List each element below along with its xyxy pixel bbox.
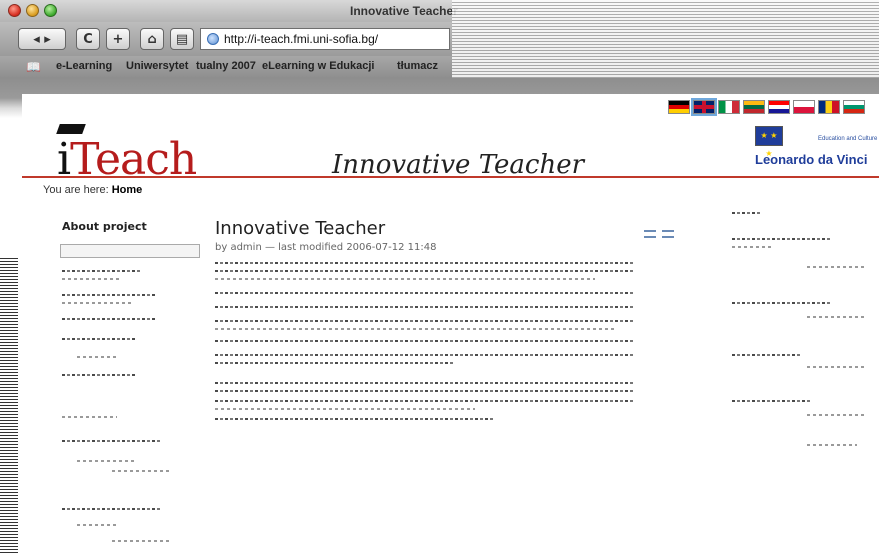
sidebar-item bbox=[62, 302, 132, 304]
bookmark-item[interactable]: eLearning w Edukacji bbox=[262, 60, 374, 72]
sidebar-item[interactable] bbox=[62, 374, 137, 376]
body-text-line bbox=[215, 390, 635, 392]
reload-button[interactable]: C bbox=[76, 28, 100, 50]
portlet-heading bbox=[732, 212, 762, 214]
sidebar-item bbox=[77, 524, 117, 526]
portlet-item[interactable] bbox=[732, 302, 832, 304]
print-button[interactable]: ▤ bbox=[170, 28, 194, 50]
body-text-line bbox=[215, 306, 635, 308]
body-text-line bbox=[215, 340, 635, 342]
body-text-line bbox=[215, 292, 635, 294]
portlet-item bbox=[807, 414, 867, 416]
body-text-line bbox=[215, 278, 595, 280]
globe-icon bbox=[207, 33, 219, 45]
sidebar-item[interactable] bbox=[62, 338, 137, 340]
sidebar-item bbox=[77, 356, 117, 358]
close-window-button[interactable] bbox=[8, 4, 21, 17]
header-divider bbox=[22, 176, 879, 178]
bookmark-item[interactable]: tłumacz bbox=[397, 60, 438, 72]
sidebar-item bbox=[112, 540, 172, 542]
body-text-line bbox=[215, 362, 455, 364]
bulgarian-flag[interactable] bbox=[843, 100, 865, 114]
page-heading: Innovative Teacher bbox=[215, 218, 386, 239]
education-culture-text: Education and Culture bbox=[818, 136, 878, 142]
breadcrumb-prefix: You are here: bbox=[43, 184, 109, 196]
croatian-flag[interactable] bbox=[768, 100, 790, 114]
sidebar-item[interactable] bbox=[62, 294, 157, 296]
back-forward-button[interactable]: ◂ ▸ bbox=[18, 28, 66, 50]
portlet-item[interactable] bbox=[732, 354, 802, 356]
italian-flag[interactable] bbox=[718, 100, 740, 114]
add-bookmark-button[interactable]: + bbox=[106, 28, 130, 50]
portlet-item bbox=[807, 266, 867, 268]
home-button[interactable]: ⌂ bbox=[140, 28, 164, 50]
send-icon[interactable] bbox=[662, 230, 674, 238]
document-actions bbox=[644, 230, 674, 238]
leonardo-da-vinci-logo: Leonardo da Vinci bbox=[755, 152, 868, 167]
portlet-item[interactable] bbox=[732, 238, 832, 240]
body-text-line bbox=[215, 408, 475, 410]
bookmark-item[interactable]: tualny 2007 bbox=[196, 60, 256, 72]
sidebar-item bbox=[62, 278, 122, 280]
sidebar-item bbox=[77, 460, 137, 462]
sidebar-item[interactable] bbox=[62, 440, 162, 442]
print-icon[interactable] bbox=[644, 230, 656, 238]
sidebar-title: About project bbox=[62, 220, 147, 233]
portlet-item bbox=[807, 316, 867, 318]
book-icon[interactable]: 📖 bbox=[26, 60, 41, 74]
graduation-cap-icon bbox=[56, 124, 86, 134]
body-text-line bbox=[215, 320, 635, 322]
sidebar-item[interactable] bbox=[62, 508, 162, 510]
language-flags bbox=[668, 98, 865, 116]
scanline-artifact bbox=[0, 256, 18, 553]
zoom-window-button[interactable] bbox=[44, 4, 57, 17]
address-bar[interactable]: http://i-teach.fmi.uni-sofia.bg/ bbox=[200, 28, 450, 50]
body-text-line bbox=[215, 400, 635, 402]
sidebar-item[interactable] bbox=[62, 270, 142, 272]
uk-flag[interactable] bbox=[691, 98, 717, 116]
sidebar-item bbox=[62, 416, 117, 418]
bookmark-item[interactable]: Uniwersytet bbox=[126, 60, 188, 72]
minimize-window-button[interactable] bbox=[26, 4, 39, 17]
romanian-flag[interactable] bbox=[818, 100, 840, 114]
breadcrumb-home-link[interactable]: Home bbox=[112, 184, 143, 196]
portlet-item bbox=[807, 444, 857, 446]
body-text-line bbox=[215, 354, 635, 356]
body-text-line bbox=[215, 262, 635, 264]
body-text-line bbox=[215, 382, 635, 384]
eu-logo: ★ ★ ★ bbox=[755, 126, 783, 158]
lithuanian-flag[interactable] bbox=[743, 100, 765, 114]
portlet-item[interactable] bbox=[732, 400, 812, 402]
body-text-line bbox=[215, 270, 635, 272]
german-flag[interactable] bbox=[668, 100, 690, 114]
sidebar-item bbox=[112, 470, 172, 472]
byline: by admin — last modified 2006-07-12 11:4… bbox=[215, 242, 437, 253]
sidebar-item[interactable] bbox=[62, 318, 157, 320]
portlet-item bbox=[807, 366, 867, 368]
bookmark-item[interactable]: e-Learning bbox=[56, 60, 112, 72]
window-title: Innovative Teacher bbox=[350, 4, 458, 18]
body-text-line bbox=[215, 418, 495, 420]
polish-flag[interactable] bbox=[793, 100, 815, 114]
body-text-line bbox=[215, 328, 615, 330]
address-url: http://i-teach.fmi.uni-sofia.bg/ bbox=[224, 32, 379, 46]
breadcrumb: You are here: Home bbox=[43, 184, 142, 196]
scanline-artifact bbox=[452, 0, 879, 78]
web-page: iTeach Innovative Teacher ★ ★ ★ Educatio… bbox=[22, 94, 879, 553]
portlet-item bbox=[732, 246, 772, 248]
sidebar-selected-item[interactable] bbox=[60, 244, 200, 258]
